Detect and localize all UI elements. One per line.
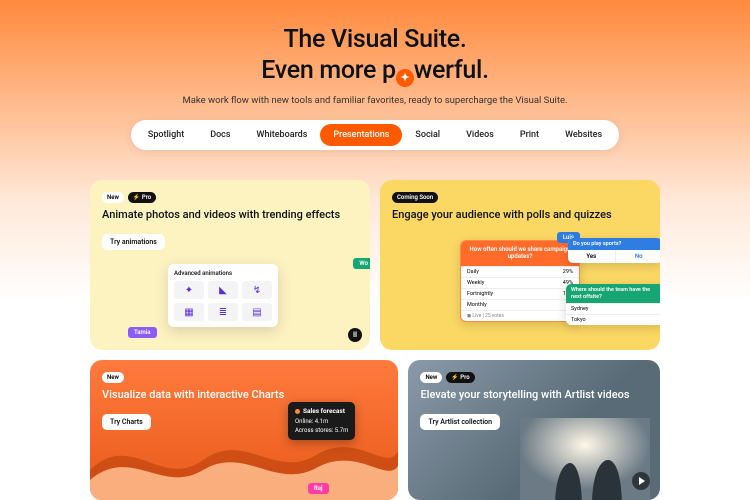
animations-panel: Advanced animations ✦ ◣ ↯ ▦ ≣ ▤ — [168, 264, 278, 327]
anim-icon[interactable]: ✦ — [174, 281, 204, 299]
hero-title: The Visual Suite. Even more p✦werful. — [0, 24, 750, 87]
user-chip: Tamia — [128, 327, 157, 338]
card-charts[interactable]: New Visualize data with interactive Char… — [90, 360, 398, 500]
user-chip: Wo — [353, 258, 370, 269]
card-polls[interactable]: Coming Soon Engage your audience with po… — [380, 180, 660, 350]
badge-new: New — [420, 372, 442, 383]
tab-presentations[interactable]: Presentations — [320, 124, 402, 146]
badge-pro: ⚡ Pro — [128, 192, 156, 203]
user-chip: Raj — [308, 483, 329, 494]
play-icon[interactable] — [632, 472, 650, 490]
anim-icon[interactable]: ▦ — [174, 303, 204, 321]
tab-print[interactable]: Print — [507, 124, 552, 146]
tab-docs[interactable]: Docs — [197, 124, 243, 146]
badge-pro: ⚡ Pro — [446, 372, 474, 383]
card-title: Animate photos and videos with trending … — [102, 208, 358, 222]
video-thumbnail — [520, 418, 650, 500]
mini-poll-offsite: Where should the team have the next offs… — [566, 284, 660, 325]
badge-new: New — [102, 372, 124, 383]
try-animations-button[interactable]: Try animations — [102, 234, 165, 250]
poll-option[interactable]: Sydney — [566, 303, 660, 314]
category-tabs: SpotlightDocsWhiteboardsPresentationsSoc… — [131, 120, 619, 150]
anim-icon[interactable]: ↯ — [242, 281, 272, 299]
poll-question: How often should we share campaign updat… — [461, 241, 579, 265]
hero: The Visual Suite. Even more p✦werful. Ma… — [0, 0, 750, 164]
badge-new: New — [102, 192, 124, 203]
power-o-icon: ✦ — [396, 69, 414, 87]
tab-whiteboards[interactable]: Whiteboards — [244, 124, 321, 146]
poll-widget: How often should we share campaign updat… — [460, 240, 580, 325]
tooltip-line: Online: 4.1m — [295, 418, 328, 425]
badge-coming-soon: Coming Soon — [392, 192, 438, 203]
poll-option[interactable]: Monthly3% — [461, 299, 579, 310]
card-title: Engage your audience with polls and quiz… — [392, 208, 648, 222]
hero-subtitle: Make work flow with new tools and famili… — [0, 95, 750, 106]
tooltip-line: Across stores: 5.7m — [295, 427, 348, 434]
tab-websites[interactable]: Websites — [552, 124, 615, 146]
chart-tooltip: Sales forecast Online: 4.1m Across store… — [288, 402, 355, 440]
card-title: Elevate your storytelling with Artlist v… — [420, 388, 648, 402]
hero-title-line2b: werful. — [414, 56, 489, 85]
hero-title-line1: The Visual Suite. — [283, 25, 466, 54]
tooltip-title: Sales forecast — [303, 407, 345, 415]
card-animate[interactable]: New ⚡ Pro Animate photos and videos with… — [90, 180, 370, 350]
tab-social[interactable]: Social — [402, 124, 453, 146]
panel-title: Advanced animations — [174, 270, 272, 277]
card-artlist[interactable]: New ⚡ Pro Elevate your storytelling with… — [408, 360, 660, 500]
poll-question: Do you play sports? — [568, 238, 660, 250]
cards-grid: New ⚡ Pro Animate photos and videos with… — [0, 164, 750, 500]
poll-footer: ◼ Live | 25 votes — [461, 310, 579, 321]
mini-poll-sports: Do you play sports? Yes No — [568, 238, 660, 263]
hero-title-line2a: Even more p — [261, 56, 396, 85]
poll-option[interactable]: Fortnightly19% — [461, 288, 579, 299]
try-artlist-button[interactable]: Try Artlist collection — [420, 414, 500, 430]
tab-spotlight[interactable]: Spotlight — [135, 124, 197, 146]
tab-videos[interactable]: Videos — [453, 124, 507, 146]
anim-icon[interactable]: ◣ — [208, 281, 238, 299]
poll-option[interactable]: Weekly49% — [461, 277, 579, 288]
poll-option[interactable]: Daily29% — [461, 266, 579, 277]
poll-option[interactable]: Tokyo — [566, 314, 660, 325]
card-title: Visualize data with interactive Charts — [102, 388, 386, 402]
anim-icon[interactable]: ▤ — [242, 303, 272, 321]
poll-option[interactable]: No — [616, 250, 661, 263]
anim-icon[interactable]: ≣ — [208, 303, 238, 321]
pause-icon[interactable]: II — [348, 328, 362, 342]
poll-question: Where should the team have the next offs… — [566, 284, 660, 303]
poll-option[interactable]: Yes — [568, 250, 616, 263]
